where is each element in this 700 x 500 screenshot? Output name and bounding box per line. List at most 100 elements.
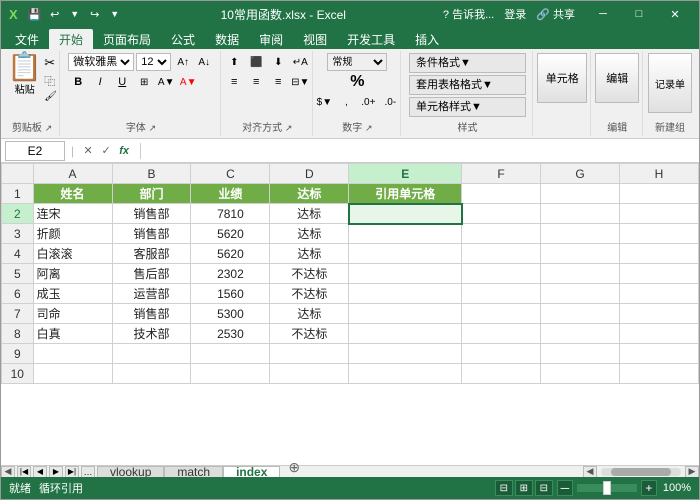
row-header-9[interactable]: 9: [2, 344, 34, 364]
cell-C5[interactable]: 2302: [191, 264, 270, 284]
border-button[interactable]: ⊞: [134, 73, 154, 91]
minimize-button[interactable]: ─: [587, 5, 619, 23]
cell-H3[interactable]: [619, 224, 698, 244]
percent-button[interactable]: %: [350, 73, 364, 91]
zoom-out-button[interactable]: ─: [557, 480, 573, 496]
cell-F9[interactable]: [462, 344, 541, 364]
cell-A9[interactable]: [33, 344, 112, 364]
format-painter-button[interactable]: 🖌: [44, 91, 57, 102]
cell-E8[interactable]: [349, 324, 462, 344]
paste-button[interactable]: 📋 粘贴: [7, 53, 42, 96]
font-size-select[interactable]: 12: [136, 53, 171, 71]
cell-A4[interactable]: 白滚滚: [33, 244, 112, 264]
cell-D7[interactable]: 达标: [270, 304, 349, 324]
undo-button[interactable]: ↩: [46, 5, 64, 23]
cell-G7[interactable]: [541, 304, 620, 324]
cell-H9[interactable]: [619, 344, 698, 364]
cell-D3[interactable]: 达标: [270, 224, 349, 244]
conditional-format-button[interactable]: 条件格式▼: [409, 53, 526, 73]
cell-C3[interactable]: 5620: [191, 224, 270, 244]
cell-H6[interactable]: [619, 284, 698, 304]
wrap-text-button[interactable]: ↵A: [290, 53, 310, 71]
cell-H7[interactable]: [619, 304, 698, 324]
col-header-H[interactable]: H: [619, 164, 698, 184]
col-header-A[interactable]: A: [33, 164, 112, 184]
merge-button[interactable]: ⊟▼: [290, 73, 310, 91]
sheet-nav-last[interactable]: ▶|: [65, 466, 79, 478]
sheet-tab-vlookup[interactable]: vlookup: [97, 466, 164, 477]
sheet-nav-first[interactable]: |◀: [17, 466, 31, 478]
font-family-select[interactable]: 微软雅黑: [68, 53, 134, 71]
close-button[interactable]: ✕: [659, 5, 691, 23]
sheet-nav-ellipsis[interactable]: …: [81, 466, 95, 478]
col-header-G[interactable]: G: [541, 164, 620, 184]
sheet-tab-match[interactable]: match: [164, 466, 223, 477]
cell-F5[interactable]: [462, 264, 541, 284]
cell-B2[interactable]: 销售部: [112, 204, 191, 224]
cell-A6[interactable]: 成玉: [33, 284, 112, 304]
page-layout-view-button[interactable]: ⊞: [515, 480, 533, 496]
align-right-button[interactable]: ≡: [268, 73, 288, 91]
align-center-button[interactable]: ≡: [246, 73, 266, 91]
cell-G4[interactable]: [541, 244, 620, 264]
cell-H1[interactable]: [619, 184, 698, 204]
cell-E6[interactable]: [349, 284, 462, 304]
decrease-font-button[interactable]: A↓: [194, 53, 214, 71]
cell-E1[interactable]: 引用单元格: [349, 184, 462, 204]
tab-dev[interactable]: 开发工具: [337, 29, 405, 49]
cell-C2[interactable]: 7810: [191, 204, 270, 224]
cell-G3[interactable]: [541, 224, 620, 244]
increase-decimal-button[interactable]: .0+: [358, 93, 378, 111]
redo-button[interactable]: ↪: [86, 5, 104, 23]
cell-C4[interactable]: 5620: [191, 244, 270, 264]
fill-color-button[interactable]: A▼: [156, 73, 176, 91]
cell-B5[interactable]: 售后部: [112, 264, 191, 284]
tab-home[interactable]: 开始: [49, 29, 93, 49]
table-style-button[interactable]: 套用表格格式▼: [409, 75, 526, 95]
confirm-formula-button[interactable]: ✓: [98, 143, 114, 159]
cell-G9[interactable]: [541, 344, 620, 364]
cell-A5[interactable]: 阿离: [33, 264, 112, 284]
horizontal-scroll-thumb[interactable]: [611, 468, 671, 476]
col-header-F[interactable]: F: [462, 164, 541, 184]
align-top-button[interactable]: ⬆: [224, 53, 244, 71]
scroll-left-button[interactable]: ◀: [1, 466, 15, 478]
cell-B1[interactable]: 部门: [112, 184, 191, 204]
comma-button[interactable]: ,: [336, 93, 356, 111]
cell-C8[interactable]: 2530: [191, 324, 270, 344]
zoom-in-button[interactable]: +: [641, 480, 657, 496]
cell-D10[interactable]: [270, 364, 349, 384]
zoom-slider-thumb[interactable]: [603, 481, 611, 495]
accounting-button[interactable]: $▼: [314, 93, 334, 111]
cell-F4[interactable]: [462, 244, 541, 264]
cut-button[interactable]: ✂: [44, 55, 57, 71]
cell-A2[interactable]: 连宋: [33, 204, 112, 224]
row-header-1[interactable]: 1: [2, 184, 34, 204]
cell-D8[interactable]: 不达标: [270, 324, 349, 344]
share-button[interactable]: 🔗 共享: [536, 6, 575, 22]
cell-A1[interactable]: 姓名: [33, 184, 112, 204]
maximize-button[interactable]: □: [623, 5, 655, 23]
cell-E9[interactable]: [349, 344, 462, 364]
cell-A8[interactable]: 白真: [33, 324, 112, 344]
cell-C10[interactable]: [191, 364, 270, 384]
qat-dropdown[interactable]: ▼: [106, 5, 124, 23]
row-header-10[interactable]: 10: [2, 364, 34, 384]
cell-H5[interactable]: [619, 264, 698, 284]
cell-B6[interactable]: 运营部: [112, 284, 191, 304]
tab-formula[interactable]: 公式: [161, 29, 205, 49]
cell-G5[interactable]: [541, 264, 620, 284]
cell-F7[interactable]: [462, 304, 541, 324]
col-header-B[interactable]: B: [112, 164, 191, 184]
tab-layout[interactable]: 页面布局: [93, 29, 161, 49]
copy-button[interactable]: ⿻: [44, 73, 57, 89]
save-button[interactable]: 💾: [26, 5, 44, 23]
cell-A7[interactable]: 司命: [33, 304, 112, 324]
cell-E10[interactable]: [349, 364, 462, 384]
number-format-select[interactable]: 常规: [327, 53, 387, 71]
scroll-right-button[interactable]: ▶: [685, 466, 699, 478]
cell-G6[interactable]: [541, 284, 620, 304]
sheet-tab-index[interactable]: index: [223, 466, 280, 477]
underline-button[interactable]: U: [112, 73, 132, 91]
login-button[interactable]: 登录: [504, 6, 526, 22]
